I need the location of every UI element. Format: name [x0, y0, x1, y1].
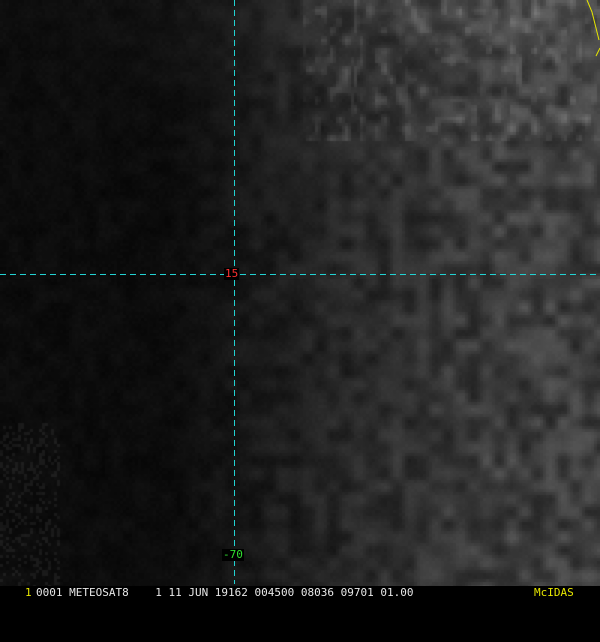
- satellite-caption: 0001 METEOSAT8 1 11 JUN 19162 004500 080…: [36, 586, 414, 599]
- map-overlay: [0, 0, 600, 584]
- longitude-label: -70: [222, 548, 244, 561]
- coastline-line: [586, 0, 600, 57]
- image-caption-bar: 1 0001 METEOSAT8 1 11 JUN 19162 004500 0…: [0, 586, 600, 600]
- frame-number: 1: [25, 586, 32, 599]
- mcidas-logo: McIDAS: [534, 586, 574, 599]
- latitude-label: 15: [224, 267, 240, 280]
